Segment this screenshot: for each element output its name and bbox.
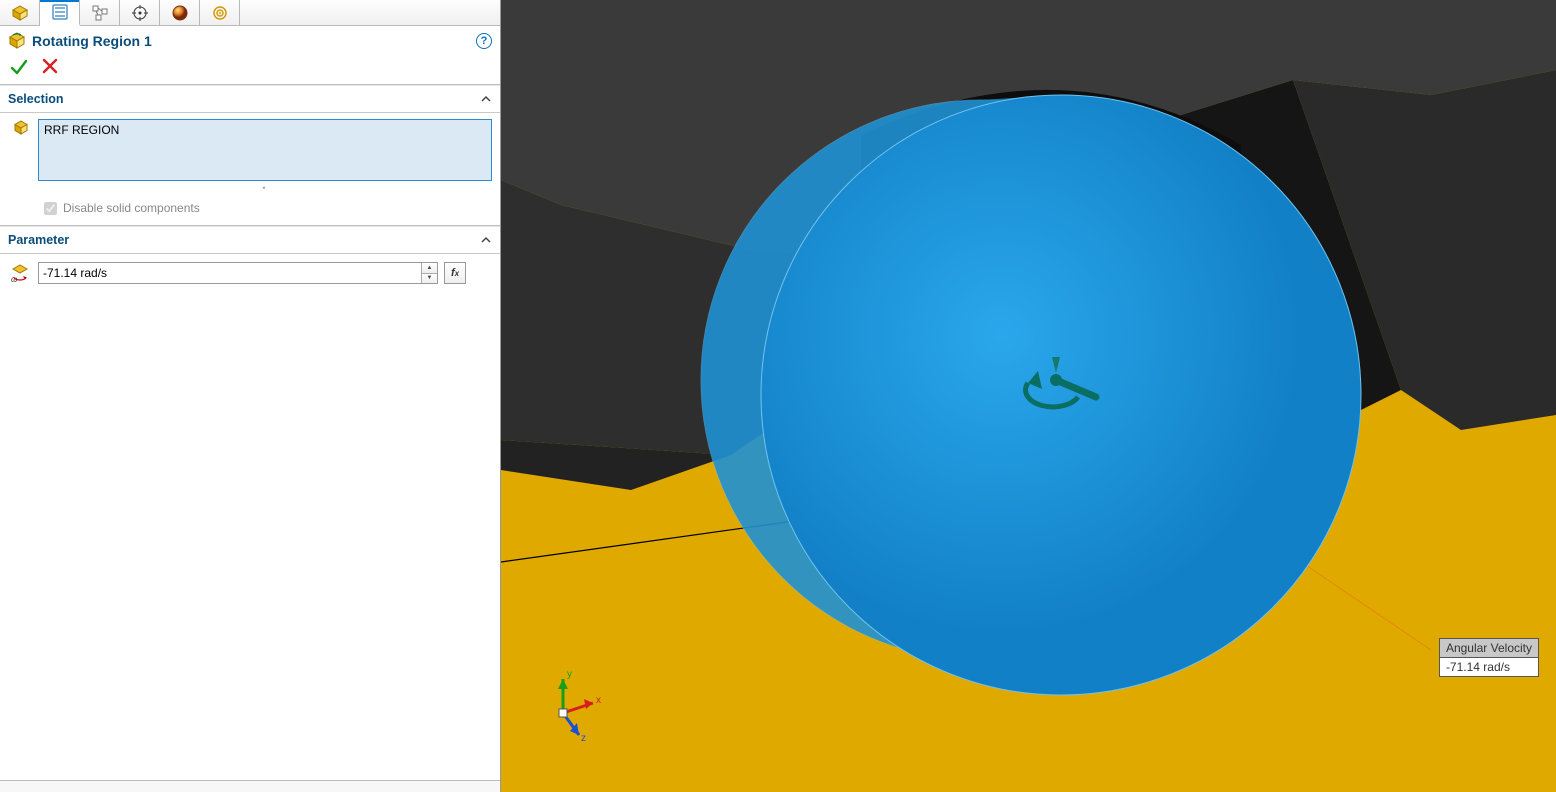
property-panel: Rotating Region 1 ? Selection RRF REGION…	[0, 0, 501, 792]
properties-icon	[52, 4, 68, 20]
rotating-region-icon	[8, 32, 26, 50]
fx-dependency-button[interactable]: fx	[444, 262, 466, 284]
tab-configuration-manager[interactable]	[80, 0, 120, 26]
chevron-up-icon	[480, 234, 492, 246]
tab-flow-sim[interactable]	[200, 0, 240, 26]
spinner: ▲ ▼	[421, 263, 437, 283]
section-title: Parameter	[8, 233, 480, 247]
angular-velocity-input[interactable]	[39, 263, 421, 283]
cube-yellow-icon	[12, 5, 28, 21]
svg-text:ω: ω	[11, 275, 17, 284]
panel-tab-bar	[0, 0, 500, 26]
spinner-down[interactable]: ▼	[422, 274, 437, 284]
callout-title: Angular Velocity	[1439, 638, 1539, 658]
angular-velocity-icon: ω	[9, 262, 31, 284]
tab-display-manager[interactable]	[160, 0, 200, 26]
tab-property-manager[interactable]	[40, 0, 80, 26]
section-title: Selection	[8, 92, 480, 106]
triad-x-label: x	[596, 695, 601, 706]
selection-list[interactable]: RRF REGION	[38, 119, 492, 181]
tab-feature-manager[interactable]	[0, 0, 40, 26]
scene: y x z	[501, 0, 1556, 792]
selection-body: RRF REGION • Disable solid components	[0, 113, 500, 225]
ok-check-icon[interactable]	[10, 58, 28, 76]
section-header-parameter[interactable]: Parameter	[0, 226, 500, 254]
panel-title: Rotating Region 1	[32, 33, 476, 49]
resize-grip-icon[interactable]: •	[38, 181, 492, 193]
panel-footer	[0, 780, 500, 792]
panel-header: Rotating Region 1 ?	[0, 26, 500, 54]
graphics-viewport[interactable]: ▸	[501, 0, 1556, 792]
triad-y-label: y	[567, 669, 572, 680]
cancel-x-icon[interactable]	[42, 58, 58, 74]
help-icon[interactable]: ?	[476, 33, 492, 49]
crosshair-icon	[132, 5, 148, 21]
angular-velocity-input-wrap: ▲ ▼	[38, 262, 438, 284]
chevron-up-icon	[480, 93, 492, 105]
config-tree-icon	[92, 5, 108, 21]
angular-velocity-callout[interactable]: Angular Velocity -71.14 rad/s	[1439, 638, 1539, 677]
parameter-body: ω ▲ ▼ fx	[0, 254, 500, 292]
disable-solid-input[interactable]	[44, 202, 57, 215]
tab-dimxpert[interactable]	[120, 0, 160, 26]
panel-actions	[0, 54, 500, 84]
section-header-selection[interactable]: Selection	[0, 85, 500, 113]
appearance-sphere-icon	[172, 5, 188, 21]
selection-item[interactable]: RRF REGION	[44, 123, 486, 137]
component-icon	[12, 119, 30, 137]
disable-solid-label: Disable solid components	[63, 201, 200, 215]
flow-target-icon	[212, 5, 228, 21]
triad-z-label: z	[581, 733, 586, 744]
spinner-up[interactable]: ▲	[422, 263, 437, 274]
callout-value[interactable]: -71.14 rad/s	[1439, 658, 1539, 677]
disable-solid-checkbox[interactable]: Disable solid components	[44, 201, 492, 215]
